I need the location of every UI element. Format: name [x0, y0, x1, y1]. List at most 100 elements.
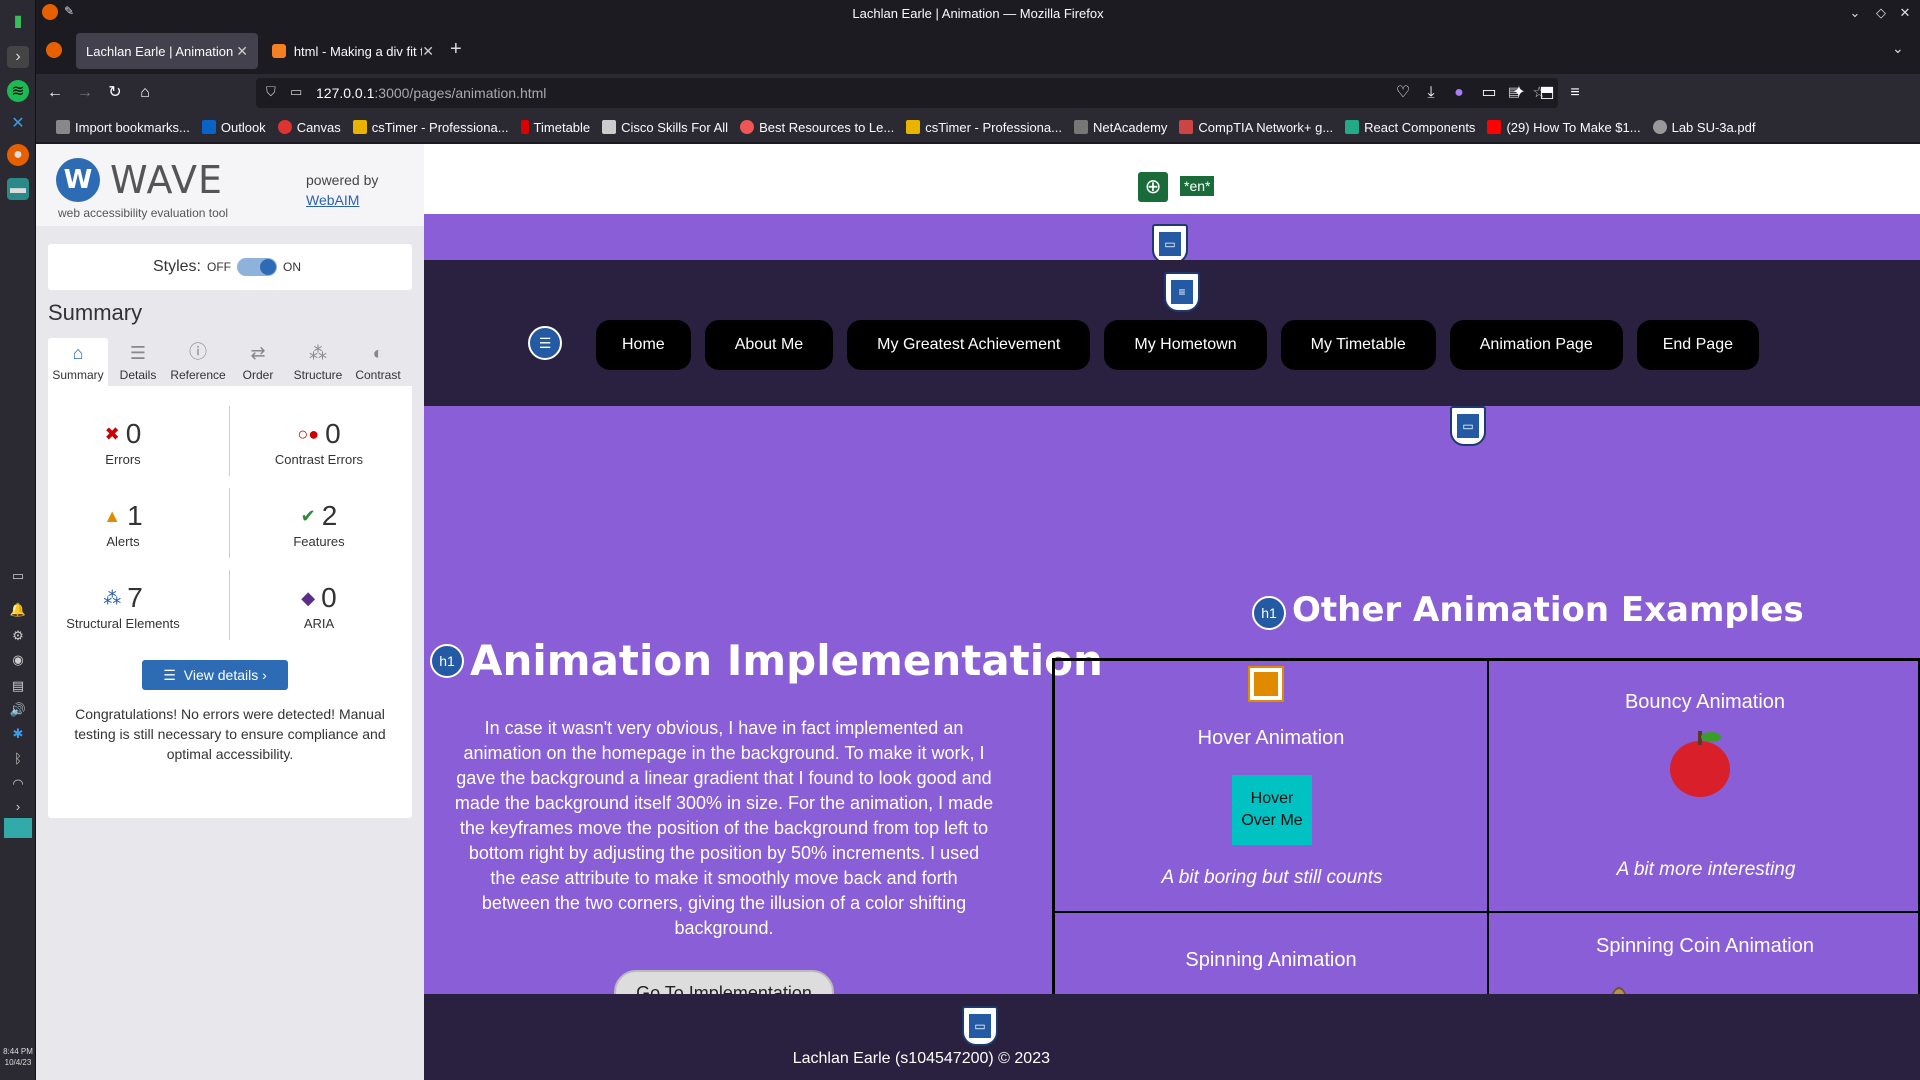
- close-window-icon[interactable]: ✕: [1896, 4, 1914, 22]
- bookmark-item[interactable]: Timetable: [520, 120, 590, 135]
- tab-stackoverflow[interactable]: html - Making a div fit the i ✕: [262, 33, 444, 69]
- forward-button[interactable]: →: [74, 82, 96, 104]
- bookmark-item[interactable]: Lab SU-3a.pdf: [1652, 120, 1755, 135]
- expand-icon[interactable]: ›: [8, 796, 28, 816]
- alert-icon[interactable]: [1248, 666, 1284, 702]
- tab-order[interactable]: ⇄ Order: [228, 338, 288, 386]
- stat-features: ✔ 2 Features: [293, 500, 345, 549]
- url-bar[interactable]: ⛉ ▭ 127.0.0.1:3000/pages/animation.html …: [256, 78, 1558, 108]
- extensions-icon[interactable]: ✦: [1508, 82, 1530, 104]
- home-icon: ⌂: [72, 343, 84, 363]
- nav-about-me[interactable]: About Me: [704, 320, 834, 370]
- extension-icon[interactable]: ●: [1448, 82, 1470, 104]
- nav-hometown[interactable]: My Hometown: [1104, 320, 1267, 370]
- tab-label: Lachlan Earle | Animation: [86, 43, 234, 59]
- firefox-icon[interactable]: ●: [7, 144, 29, 166]
- webaim-link[interactable]: WebAIM: [306, 192, 359, 208]
- main-nav: Home About Me My Greatest Achievement My…: [596, 320, 1773, 370]
- nav-end-page[interactable]: End Page: [1636, 320, 1759, 370]
- tab-structure[interactable]: ⁂ Structure: [288, 338, 348, 386]
- intro-paragraph: In case it wasn't very obvious, I have i…: [454, 718, 994, 938]
- bookmark-item[interactable]: Canvas: [277, 120, 341, 135]
- h1-badge-icon[interactable]: h1: [1252, 596, 1286, 630]
- maximize-icon[interactable]: ◇: [1872, 4, 1890, 22]
- language-badge[interactable]: *en*: [1180, 176, 1215, 196]
- header-landmark-icon[interactable]: ▭: [1152, 224, 1188, 264]
- wifi-icon[interactable]: ◠: [8, 774, 28, 794]
- accessibility-icon[interactable]: ◉: [8, 650, 28, 670]
- bookmark-item[interactable]: Best Resources to Le...: [740, 120, 894, 135]
- firefox-view-icon[interactable]: [46, 42, 62, 58]
- bookmark-item[interactable]: Outlook: [201, 120, 266, 135]
- nav-greatest-achievement[interactable]: My Greatest Achievement: [847, 320, 1091, 370]
- tab-contrast[interactable]: ◐ Contrast: [348, 338, 408, 386]
- close-tab-icon[interactable]: ✕: [236, 43, 248, 60]
- styles-off-label: OFF: [207, 260, 231, 274]
- vscode-icon[interactable]: ✕: [7, 112, 29, 134]
- tab-animation[interactable]: Lachlan Earle | Animation ✕: [76, 33, 258, 69]
- workspace-icon[interactable]: ▭: [8, 566, 28, 586]
- bookmark-item[interactable]: React Components: [1345, 120, 1475, 135]
- nav-timetable[interactable]: My Timetable: [1280, 320, 1436, 370]
- contrast-icon: ◐: [372, 343, 384, 363]
- wave-sidebar: W WAVE web accessibility evaluation tool…: [36, 144, 424, 1080]
- menu-icon[interactable]: ≡: [1564, 82, 1586, 104]
- back-button[interactable]: ←: [44, 82, 66, 104]
- shield-icon[interactable]: ⛉: [266, 84, 276, 100]
- bluetooth-icon[interactable]: ᛒ: [8, 748, 28, 768]
- stat-aria: ◆ 0 ARIA: [301, 582, 337, 631]
- footer-landmark-icon[interactable]: ▭: [962, 1006, 998, 1046]
- styles-label: Styles:: [152, 258, 201, 275]
- home-button[interactable]: ⌂: [134, 82, 156, 104]
- share-icon[interactable]: ⬒: [1536, 82, 1558, 104]
- close-tab-icon[interactable]: ✕: [422, 43, 434, 60]
- bookmark-item[interactable]: (29) How To Make $1...: [1487, 120, 1641, 135]
- nav-animation-page[interactable]: Animation Page: [1449, 320, 1623, 370]
- settings-icon[interactable]: ⚙: [8, 626, 28, 646]
- clipboard-icon[interactable]: ▤: [8, 676, 28, 696]
- volume-icon[interactable]: 🔊: [8, 700, 28, 720]
- downloads-icon[interactable]: ⤓: [1420, 82, 1442, 104]
- tab-summary[interactable]: ⌂ Summary: [48, 338, 108, 386]
- hover-box[interactable]: Hover Over Me: [1232, 775, 1312, 845]
- nav-landmark-icon[interactable]: ≡: [1164, 272, 1200, 312]
- pocket-icon[interactable]: ♡: [1392, 82, 1414, 104]
- bookmark-item[interactable]: csTimer - Professiona...: [906, 120, 1062, 135]
- minimize-icon[interactable]: ⌄: [1846, 4, 1864, 22]
- app-menu-icon[interactable]: ▮: [7, 10, 29, 32]
- cast-icon[interactable]: ▭: [1478, 82, 1500, 104]
- files-icon[interactable]: ▬: [7, 178, 29, 200]
- page-top: [424, 144, 1920, 214]
- nav-home[interactable]: Home: [596, 320, 691, 370]
- tab-bar: Lachlan Earle | Animation ✕ html - Makin…: [36, 30, 1920, 72]
- reload-button[interactable]: ↻: [104, 82, 126, 104]
- bookmark-item[interactable]: NetAcademy: [1073, 120, 1167, 135]
- styles-on-label: ON: [283, 260, 301, 274]
- bluetooth-active-icon[interactable]: ✱: [8, 724, 28, 744]
- wave-tabs: ⌂ Summary ☰ Details ⓘ Reference ⇄ Order ⁂ Str…: [48, 338, 412, 386]
- bookmark-item[interactable]: Import bookmarks...: [56, 120, 190, 135]
- styles-toggle[interactable]: [237, 258, 277, 276]
- h1-badge-icon[interactable]: h1: [430, 644, 464, 678]
- error-icon: ✖: [104, 423, 120, 444]
- notifications-icon[interactable]: 🔔: [8, 600, 28, 620]
- heading-other-animations: Other Animation Examples: [1292, 590, 1804, 630]
- cell-bouncy: Bouncy Animation A bit more interesting: [1488, 660, 1920, 912]
- list-tabs-icon[interactable]: ⌄: [1892, 40, 1904, 57]
- stat-alerts: ▲ 1 Alerts: [103, 500, 143, 549]
- tab-reference[interactable]: ⓘ Reference: [168, 338, 228, 386]
- terminal-icon[interactable]: ›: [7, 46, 29, 68]
- list-icon[interactable]: ☰: [528, 326, 562, 360]
- bookmark-item[interactable]: Cisco Skills For All: [602, 120, 728, 135]
- hover-subtitle: A bit boring but still counts: [1161, 867, 1383, 888]
- stackoverflow-icon: [272, 44, 286, 58]
- tab-details[interactable]: ☰ Details: [108, 338, 168, 386]
- main-landmark-icon[interactable]: ▭: [1450, 406, 1486, 446]
- workspace-indicator[interactable]: [4, 818, 32, 838]
- globe-icon[interactable]: ⊕: [1138, 172, 1168, 202]
- new-tab-button[interactable]: +: [450, 38, 462, 61]
- view-details-button[interactable]: ☰ View details ›: [142, 660, 288, 690]
- bookmark-item[interactable]: csTimer - Professiona...: [352, 120, 509, 135]
- spotify-icon[interactable]: ≋: [7, 80, 29, 102]
- bookmark-item[interactable]: CompTIA Network+ g...: [1179, 120, 1333, 135]
